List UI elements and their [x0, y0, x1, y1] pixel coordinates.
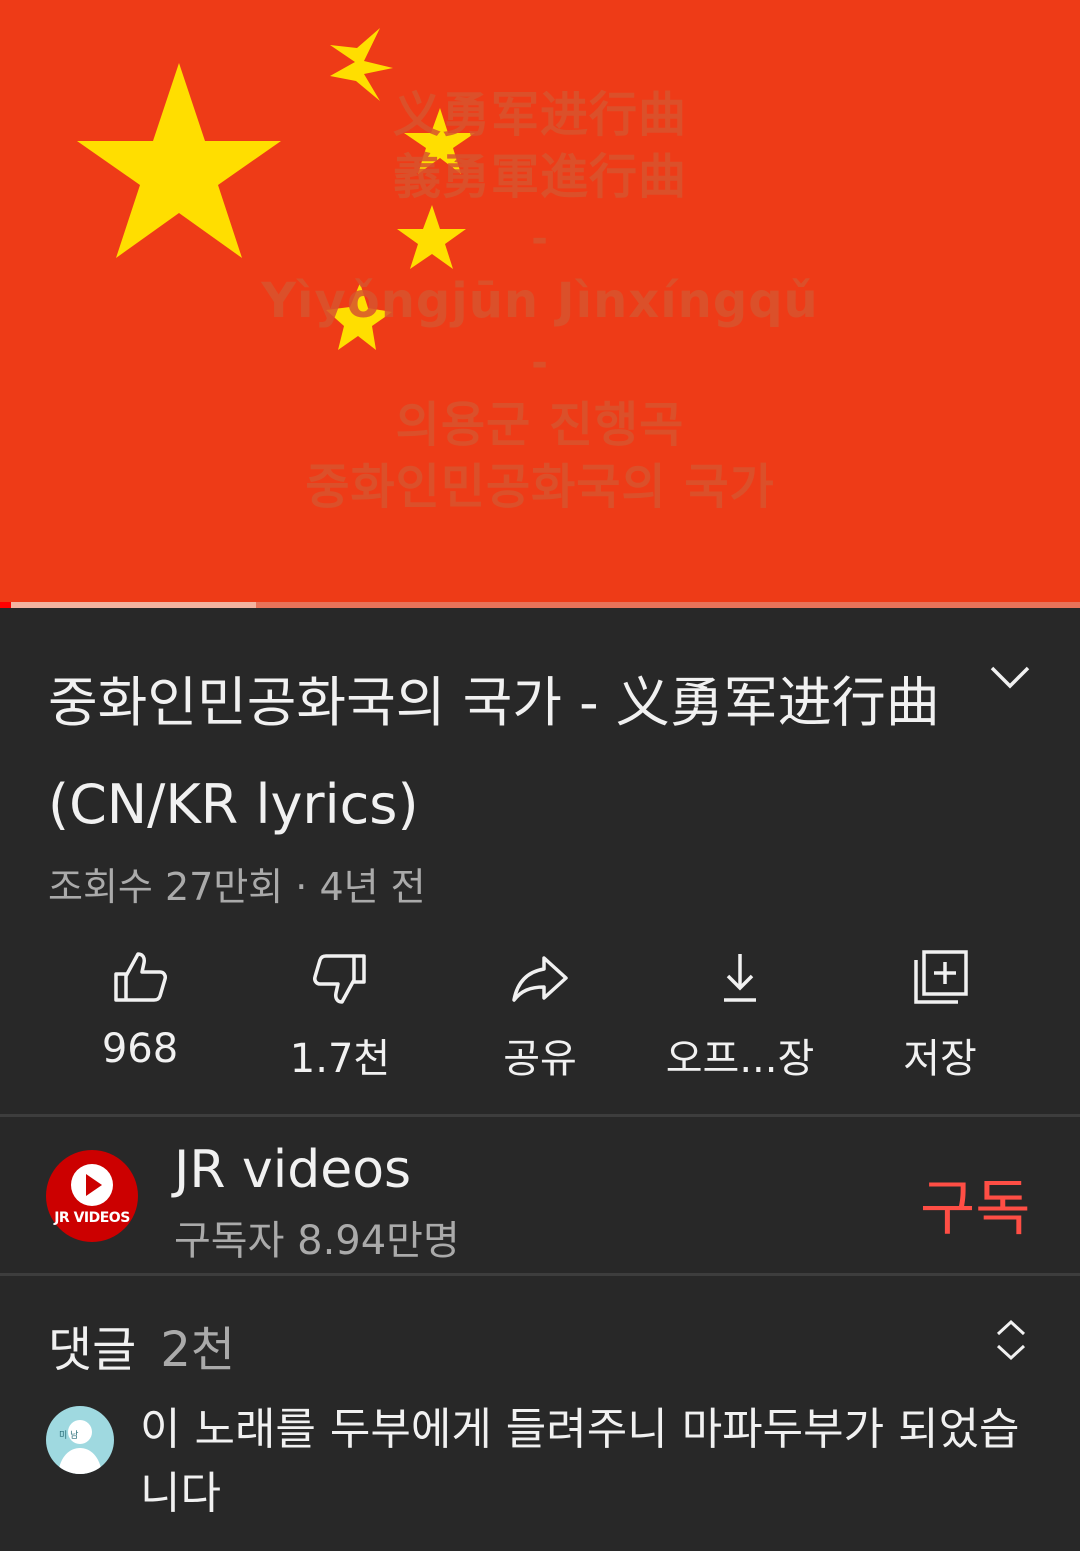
video-overlay-text: 义勇军进行曲 義勇軍進行曲 - Yìyǒngjūn Jìnxíngqǔ - 의용… [0, 84, 1080, 518]
progress-buffered [0, 602, 256, 608]
progress-played [0, 602, 11, 608]
dislike-count: 1.7천 [289, 1036, 391, 1082]
overlay-line: 義勇軍進行曲 [392, 149, 687, 205]
download-icon [724, 954, 756, 1002]
comments-label: 댓글 [48, 1322, 137, 1378]
comment-avatar[interactable]: 미 남 [46, 1406, 114, 1474]
share-button[interactable]: 공유 [440, 940, 640, 1090]
thumbs-up-icon [114, 952, 167, 1002]
video-title[interactable]: 중화인민공화국의 국가 - 义勇军进行曲 (CN/KR lyrics) [48, 652, 948, 856]
save-to-playlist-icon [914, 950, 968, 1004]
channel-avatar[interactable]: JR VIDEOS [46, 1150, 138, 1242]
top-comment-text: 이 노래를 두부에게 들려주니 마파두부가 되었습니다 [140, 1404, 1020, 1519]
chevron-down-icon[interactable] [988, 660, 1032, 696]
avatar-text: 미 남 [59, 1430, 78, 1441]
download-label: 오프...장 [665, 1036, 815, 1082]
subscriber-count: 구독자 8.94만명 [174, 1218, 460, 1264]
overlay-line: 의용군 진행곡 [395, 397, 685, 453]
person-silhouette-icon: 미 남 [58, 1420, 102, 1474]
share-icon [512, 956, 568, 1002]
like-button[interactable]: 968 [40, 940, 240, 1090]
expand-collapse-icon[interactable] [992, 1318, 1030, 1362]
overlay-separator: - [531, 216, 549, 262]
dislike-button[interactable]: 1.7천 [240, 940, 440, 1090]
play-icon [71, 1164, 113, 1206]
action-row: 968 1.7천 공유 오프...장 저장 [40, 940, 1040, 1090]
comments-header[interactable]: 댓글 2천 [48, 1310, 235, 1380]
subscribe-button[interactable]: 구독 [920, 1160, 1030, 1247]
channel-name[interactable]: JR videos [174, 1140, 411, 1200]
overlay-line: Yìyǒngjūn Jìnxíngqǔ [261, 273, 819, 329]
overlay-line: 중화인민공화국의 국가 [305, 459, 775, 515]
divider [0, 1114, 1080, 1117]
comments-count: 2천 [160, 1322, 236, 1378]
video-meta: 조회수 27만회 · 4년 전 [48, 865, 426, 909]
thumbs-down-icon [313, 954, 366, 1004]
video-player[interactable]: 义勇军进行曲 義勇軍進行曲 - Yìyǒngjūn Jìnxíngqǔ - 의용… [0, 0, 1080, 608]
avatar-logo-text: JR VIDEOS [54, 1210, 130, 1226]
overlay-line: 义勇军进行曲 [392, 87, 687, 143]
progress-bar[interactable] [0, 602, 1080, 608]
download-button[interactable]: 오프...장 [640, 940, 840, 1090]
share-label: 공유 [503, 1036, 577, 1082]
save-button[interactable]: 저장 [840, 940, 1040, 1090]
overlay-separator: - [531, 340, 549, 386]
save-label: 저장 [903, 1036, 977, 1082]
divider [0, 1273, 1080, 1276]
like-count: 968 [101, 1026, 179, 1072]
